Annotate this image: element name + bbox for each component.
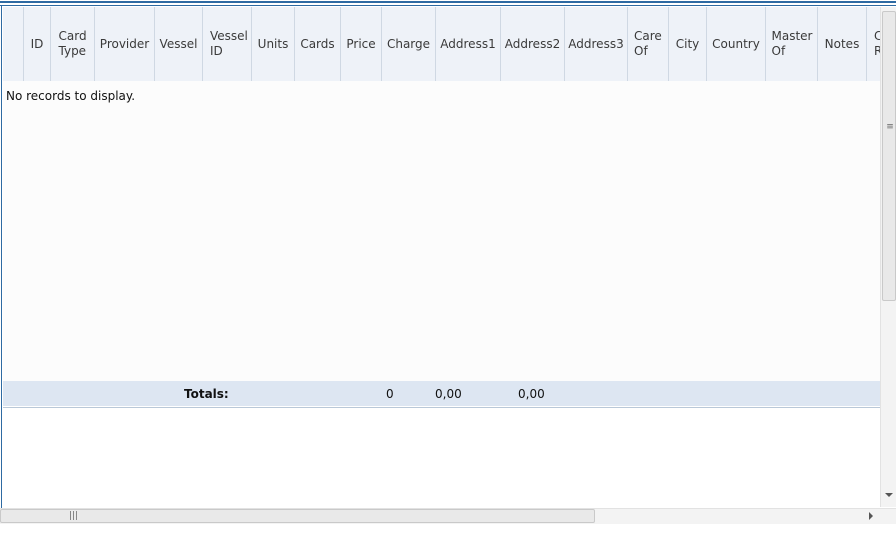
column-header-cr[interactable]: C R	[867, 7, 880, 81]
scroll-down-arrow-icon[interactable]	[885, 493, 893, 497]
grid-frame: ID Card Type Provider Vessel Vessel ID U…	[0, 0, 896, 508]
column-header-country[interactable]: Country	[707, 7, 766, 81]
grid-header: ID Card Type Provider Vessel Vessel ID U…	[3, 7, 880, 82]
column-header-address1[interactable]: Address1	[436, 7, 501, 81]
empty-message: No records to display.	[6, 89, 136, 103]
column-header-notes[interactable]: Notes	[818, 7, 867, 81]
horizontal-grip-icon: |||	[69, 511, 79, 521]
column-header-address2[interactable]: Address2	[501, 7, 565, 81]
scroll-right-arrow-icon[interactable]	[869, 512, 873, 520]
totals-label: Totals:	[184, 387, 229, 401]
column-header-city[interactable]: City	[669, 7, 707, 81]
frame-top-border-inner	[0, 5, 896, 6]
column-header-id[interactable]: ID	[24, 7, 51, 81]
totals-address1: 0,00	[518, 387, 545, 401]
column-header-provider[interactable]: Provider	[95, 7, 155, 81]
frame-top-border	[0, 1, 896, 3]
totals-cards: 0	[386, 387, 394, 401]
column-header-vessel[interactable]: Vessel	[155, 7, 203, 81]
column-header-charge[interactable]: Charge	[382, 7, 436, 81]
column-header-vessel-id[interactable]: Vessel ID	[203, 7, 252, 81]
horizontal-scroll-thumb[interactable]: |||	[0, 509, 595, 523]
column-header-address3[interactable]: Address3	[565, 7, 628, 81]
totals-row: Totals: 0 0,00 0,00	[3, 381, 880, 406]
column-header-care-of[interactable]: Care Of	[628, 7, 669, 81]
column-header-price[interactable]: Price	[341, 7, 382, 81]
vertical-grip-icon: ≡	[886, 122, 894, 132]
totals-price: 0,00	[435, 387, 462, 401]
column-header-cards[interactable]: Cards	[295, 7, 341, 81]
column-header-master-of[interactable]: Master Of	[766, 7, 818, 81]
data-grid: ID Card Type Provider Vessel Vessel ID U…	[3, 7, 880, 408]
frame-left-border	[1, 5, 2, 508]
column-header-card-type[interactable]: Card Type	[51, 7, 95, 81]
vertical-scrollbar[interactable]: ≡	[880, 7, 896, 507]
vertical-scroll-thumb[interactable]: ≡	[882, 11, 896, 301]
horizontal-scrollbar[interactable]: |||	[0, 508, 896, 524]
column-header-units[interactable]: Units	[252, 7, 295, 81]
grid-body: No records to display.	[3, 81, 880, 381]
column-header-selector[interactable]	[3, 7, 24, 81]
